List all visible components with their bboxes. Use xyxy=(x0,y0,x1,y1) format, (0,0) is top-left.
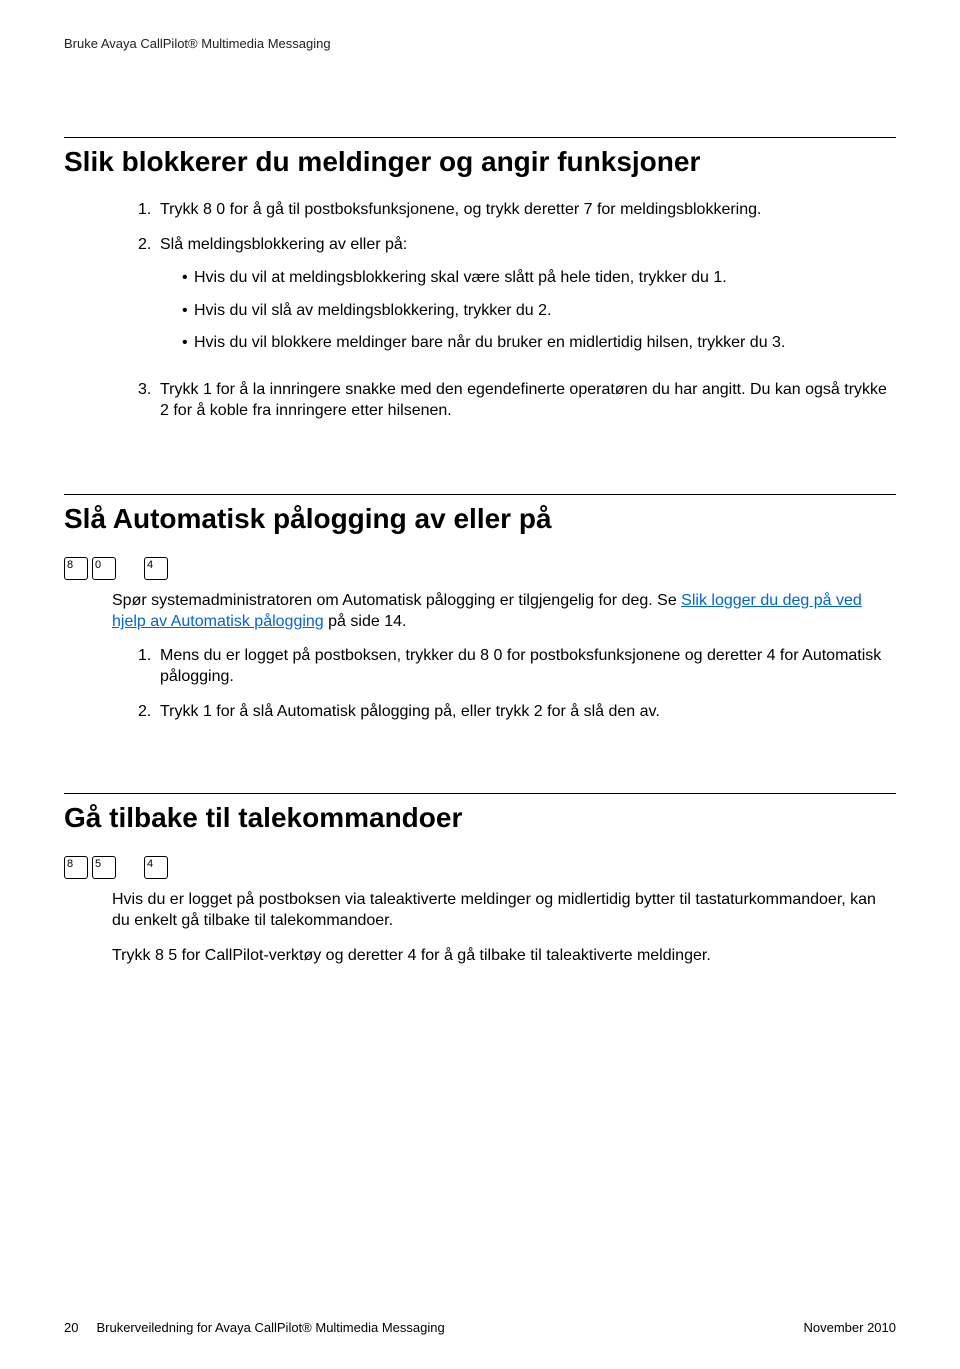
section3-p1: Hvis du er logget på postboksen via tale… xyxy=(112,889,896,931)
bullet-mark: • xyxy=(182,333,194,354)
bullet-item: • Hvis du vil at meldingsblokkering skal… xyxy=(182,268,896,289)
phone-key: 8 xyxy=(64,856,88,879)
section3-body: 8 5 4 Hvis du er logget på postboksen vi… xyxy=(64,856,896,966)
section3-title: Gå tilbake til talekommandoer xyxy=(64,800,896,836)
section3-p2: Trykk 8 5 for CallPilot-verktøy og deret… xyxy=(112,945,896,966)
step-text: Mens du er logget på postboksen, trykker… xyxy=(160,646,896,688)
running-header: Bruke Avaya CallPilot® Multimedia Messag… xyxy=(64,36,896,53)
section2-body: 8 0 4 Spør systemadministratoren om Auto… xyxy=(64,557,896,723)
step-number: 2. xyxy=(138,235,160,366)
section2-intro: Spør systemadministratoren om Automatisk… xyxy=(112,590,896,632)
bullet-item: • Hvis du vil blokkere meldinger bare nå… xyxy=(182,333,896,354)
bullet-text: Hvis du vil slå av meldingsblokkering, t… xyxy=(194,301,551,322)
phone-key: 4 xyxy=(144,856,168,879)
step-text: Trykk 8 0 for å gå til postboksfunksjone… xyxy=(160,200,896,221)
footer-page-number: 20 xyxy=(64,1320,78,1337)
step-2: 2. Trykk 1 for å slå Automatisk påloggin… xyxy=(138,702,896,723)
document-page: Bruke Avaya CallPilot® Multimedia Messag… xyxy=(0,0,960,967)
footer-date: November 2010 xyxy=(804,1320,897,1337)
step-text: Trykk 1 for å la innringere snakke med d… xyxy=(160,380,896,422)
key-row: 8 5 4 xyxy=(64,856,896,879)
bullet-mark: • xyxy=(182,301,194,322)
step-text: Slå meldingsblokkering av eller på: xyxy=(160,235,896,256)
step-number: 2. xyxy=(138,702,160,723)
sub-bullets: • Hvis du vil at meldingsblokkering skal… xyxy=(160,268,896,354)
phone-key: 5 xyxy=(92,856,116,879)
intro-part-b: på side 14. xyxy=(324,613,407,630)
page-footer: 20 Brukerveiledning for Avaya CallPilot®… xyxy=(64,1320,896,1337)
step-number: 1. xyxy=(138,200,160,221)
step-1: 1. Mens du er logget på postboksen, tryk… xyxy=(138,646,896,688)
section1-steps: 1. Trykk 8 0 for å gå til postboksfunksj… xyxy=(64,200,896,422)
step-3: 3. Trykk 1 for å la innringere snakke me… xyxy=(138,380,896,422)
section2-steps: 1. Mens du er logget på postboksen, tryk… xyxy=(112,646,896,722)
section-rule xyxy=(64,793,896,794)
phone-key: 8 xyxy=(64,557,88,580)
key-row: 8 0 4 xyxy=(64,557,896,580)
section2-title: Slå Automatisk pålogging av eller på xyxy=(64,501,896,537)
bullet-mark: • xyxy=(182,268,194,289)
section-rule xyxy=(64,137,896,138)
step-number: 3. xyxy=(138,380,160,422)
step-2: 2. Slå meldingsblokkering av eller på: •… xyxy=(138,235,896,366)
phone-key: 4 xyxy=(144,557,168,580)
step-number: 1. xyxy=(138,646,160,688)
step-text: Trykk 1 for å slå Automatisk pålogging p… xyxy=(160,702,896,723)
footer-doc-title: Brukerveiledning for Avaya CallPilot® Mu… xyxy=(96,1320,444,1337)
bullet-text: Hvis du vil blokkere meldinger bare når … xyxy=(194,333,785,354)
bullet-item: • Hvis du vil slå av meldingsblokkering,… xyxy=(182,301,896,322)
step-body: Slå meldingsblokkering av eller på: • Hv… xyxy=(160,235,896,366)
phone-key: 0 xyxy=(92,557,116,580)
step-1: 1. Trykk 8 0 for å gå til postboksfunksj… xyxy=(138,200,896,221)
section-rule xyxy=(64,494,896,495)
intro-part-a: Spør systemadministratoren om Automatisk… xyxy=(112,592,681,609)
bullet-text: Hvis du vil at meldingsblokkering skal v… xyxy=(194,268,727,289)
section1-title: Slik blokkerer du meldinger og angir fun… xyxy=(64,144,896,180)
